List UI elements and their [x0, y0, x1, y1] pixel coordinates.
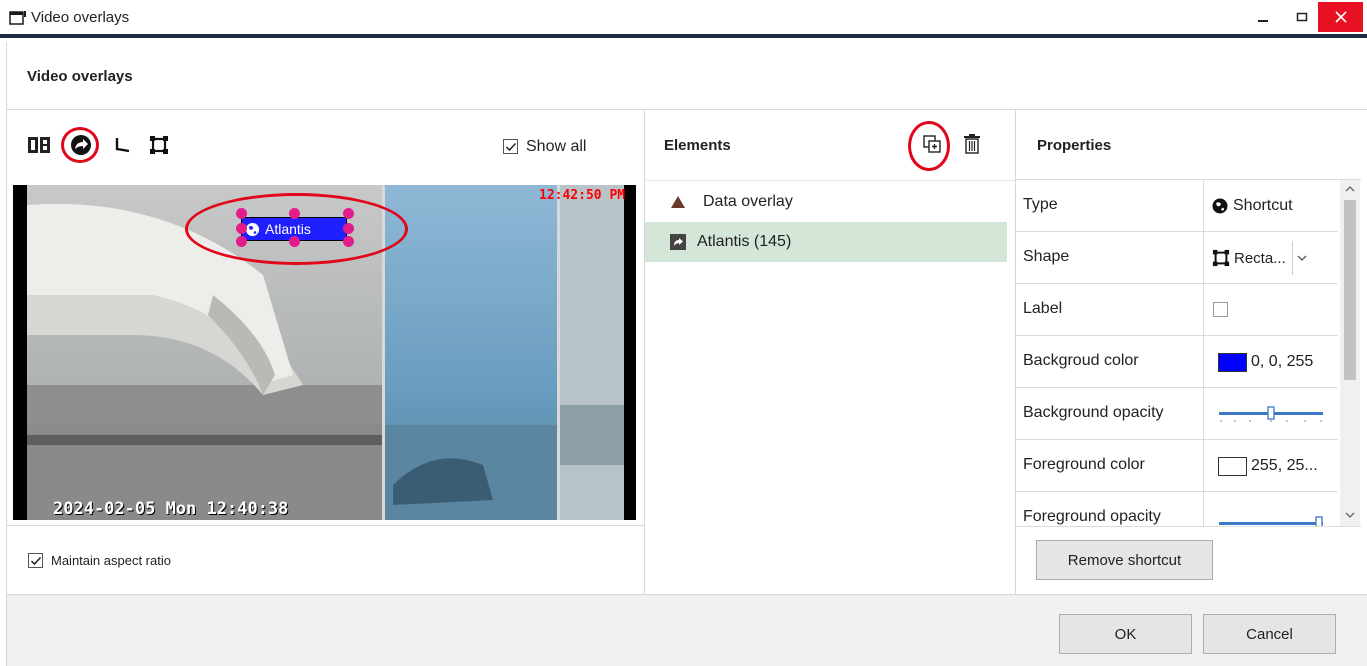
show-all-checkbox[interactable]: [503, 139, 518, 154]
scroll-down-icon: [1345, 512, 1355, 518]
video-timestamp-top: 12:42:50 PM: [539, 188, 626, 203]
rectangle-tool[interactable]: [147, 133, 171, 157]
element-item-atlantis[interactable]: Atlantis (145): [645, 222, 1007, 262]
element-item-data-overlay[interactable]: Data overlay: [645, 182, 1007, 222]
close-button[interactable]: [1318, 2, 1363, 32]
background-color-picker[interactable]: 0, 0, 255: [1218, 336, 1313, 388]
maximize-button[interactable]: [1282, 0, 1322, 34]
shortcut-icon: [670, 234, 686, 250]
dialog-footer: OK Cancel: [7, 594, 1367, 666]
slider-track: [1219, 406, 1323, 422]
highlight-ring: [908, 121, 950, 171]
property-name: Type: [1023, 196, 1058, 213]
window-title: Video overlays: [31, 9, 130, 26]
highlight-ring: [185, 193, 408, 265]
scrollbar-thumb[interactable]: [1344, 200, 1356, 380]
checkmark-icon: [505, 142, 516, 151]
property-row-label[interactable]: Label: [1016, 284, 1338, 336]
checkmark-icon: [30, 556, 41, 565]
maintain-aspect-ratio-label: Maintain aspect ratio: [51, 553, 171, 568]
properties-scrollbar[interactable]: [1340, 180, 1360, 526]
property-name: Backgroud color: [1023, 352, 1139, 369]
background-opacity-slider[interactable]: [1219, 406, 1323, 424]
property-value-text: Recta...: [1234, 249, 1286, 267]
data-overlay-icon: [671, 196, 685, 208]
property-row-type[interactable]: Type Shortcut: [1016, 180, 1338, 232]
rectangle-shape-icon: [1212, 249, 1230, 267]
property-value: Shortcut: [1212, 180, 1293, 232]
property-name: Background opacity: [1023, 404, 1164, 421]
property-value-text: Shortcut: [1233, 197, 1293, 214]
show-all-label: Show all: [526, 138, 587, 155]
property-name: Foreground opacity: [1023, 508, 1161, 525]
slider-track: [1219, 516, 1323, 526]
foreground-color-picker[interactable]: 255, 25...: [1218, 440, 1318, 492]
delete-button[interactable]: [962, 133, 982, 155]
color-swatch: [1218, 352, 1247, 372]
property-column-divider: [1203, 180, 1204, 526]
property-value-text: 0, 0, 255: [1251, 353, 1314, 370]
dialog-heading: Video overlays: [27, 68, 133, 85]
maximize-icon: [1296, 12, 1308, 22]
rectangle-shape-icon: [150, 136, 168, 154]
globe-icon: [1212, 198, 1228, 214]
divider: [1016, 526, 1361, 527]
property-name: Shape: [1023, 248, 1070, 265]
data-overlay-tool[interactable]: [27, 133, 51, 157]
property-row-foreground-opacity[interactable]: Foreground opacity: [1016, 492, 1338, 526]
color-swatch: [1218, 456, 1247, 476]
data-overlay-tool-icon: [28, 137, 50, 153]
minimize-button[interactable]: [1243, 0, 1283, 34]
property-name: Foreground color: [1023, 456, 1145, 473]
chevron-down-icon: [1297, 255, 1307, 261]
remove-shortcut-button[interactable]: Remove shortcut: [1036, 540, 1213, 580]
video-timestamp-bottom: 2024-02-05 Mon 12:40:38: [53, 499, 289, 519]
property-row-foreground-color[interactable]: Foreground color 255, 25...: [1016, 440, 1338, 492]
dialog-header: Video overlays: [6, 42, 1367, 110]
element-item-label: Atlantis (145): [697, 233, 792, 250]
polyline-tool[interactable]: [111, 133, 135, 157]
polyline-icon: [115, 138, 130, 153]
foreground-opacity-slider[interactable]: [1219, 516, 1323, 526]
properties-heading: Properties: [1037, 137, 1112, 154]
label-checkbox[interactable]: [1213, 302, 1228, 317]
divider: [645, 180, 1015, 181]
property-row-background-color[interactable]: Backgroud color 0, 0, 255: [1016, 336, 1338, 388]
elements-heading: Elements: [664, 137, 731, 154]
cancel-button[interactable]: Cancel: [1203, 614, 1336, 654]
divider: [7, 525, 644, 526]
property-name: Label: [1023, 300, 1063, 317]
property-value-text: 255, 25...: [1251, 457, 1318, 474]
property-row-shape[interactable]: Shape Recta...: [1016, 232, 1338, 284]
close-icon: [1334, 11, 1347, 23]
highlight-ring: [61, 127, 99, 163]
maintain-aspect-ratio-checkbox[interactable]: [28, 553, 43, 568]
scroll-up-icon: [1345, 186, 1355, 192]
video-overlays-app-icon: [9, 11, 26, 25]
dropdown-arrow[interactable]: [1291, 241, 1312, 275]
left-border: [6, 42, 7, 666]
property-row-background-opacity[interactable]: Background opacity: [1016, 388, 1338, 440]
trash-icon: [964, 134, 980, 154]
minimize-icon: [1258, 20, 1268, 22]
ok-button[interactable]: OK: [1059, 614, 1192, 654]
element-item-label: Data overlay: [703, 193, 793, 210]
properties-grid: Type Shortcut Shape Recta... Label Backg…: [1016, 180, 1338, 526]
title-bar: Video overlays: [0, 0, 1367, 38]
shape-dropdown[interactable]: Recta...: [1212, 232, 1312, 284]
